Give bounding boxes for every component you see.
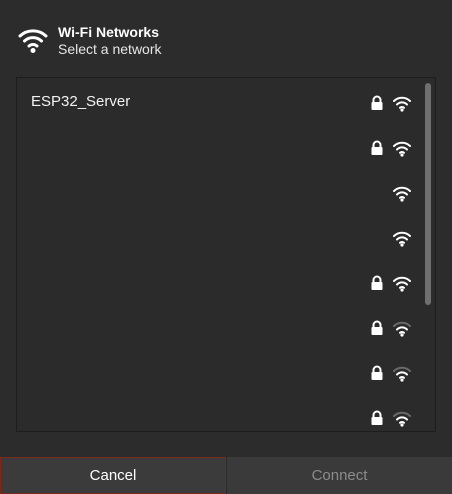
connect-button[interactable]: Connect	[226, 457, 452, 494]
scrollbar-thumb[interactable]	[425, 83, 431, 305]
wifi-icon	[18, 29, 48, 53]
network-row[interactable]	[17, 214, 417, 259]
wifi-signal-icon	[393, 141, 411, 157]
wifi-signal-icon	[393, 321, 411, 337]
lock-icon	[371, 320, 383, 335]
dialog-subtitle: Select a network	[58, 41, 162, 57]
network-row[interactable]	[17, 259, 417, 304]
wifi-signal-icon	[393, 411, 411, 427]
cancel-button[interactable]: Cancel	[0, 457, 226, 494]
network-row[interactable]: ESP32_Server	[17, 79, 417, 124]
wifi-signal-icon	[393, 366, 411, 382]
wifi-signal-icon	[393, 276, 411, 292]
network-row[interactable]	[17, 394, 417, 431]
lock-icon	[371, 95, 383, 110]
dialog-title: Wi-Fi Networks	[58, 24, 159, 40]
lock-icon	[371, 410, 383, 425]
network-row[interactable]	[17, 169, 417, 214]
dialog-header: Wi-Fi Networks Select a network	[0, 0, 452, 70]
wifi-signal-icon	[393, 186, 411, 202]
lock-icon	[371, 140, 383, 155]
network-list[interactable]: ESP32_Server	[16, 77, 436, 432]
wifi-signal-icon	[393, 231, 411, 247]
dialog-footer: Cancel Connect	[0, 457, 452, 494]
lock-icon	[371, 275, 383, 290]
lock-icon	[371, 365, 383, 380]
network-row[interactable]	[17, 304, 417, 349]
wifi-signal-icon	[393, 96, 411, 112]
network-name: ESP32_Server	[31, 93, 131, 110]
network-row[interactable]	[17, 124, 417, 169]
network-row[interactable]	[17, 349, 417, 394]
